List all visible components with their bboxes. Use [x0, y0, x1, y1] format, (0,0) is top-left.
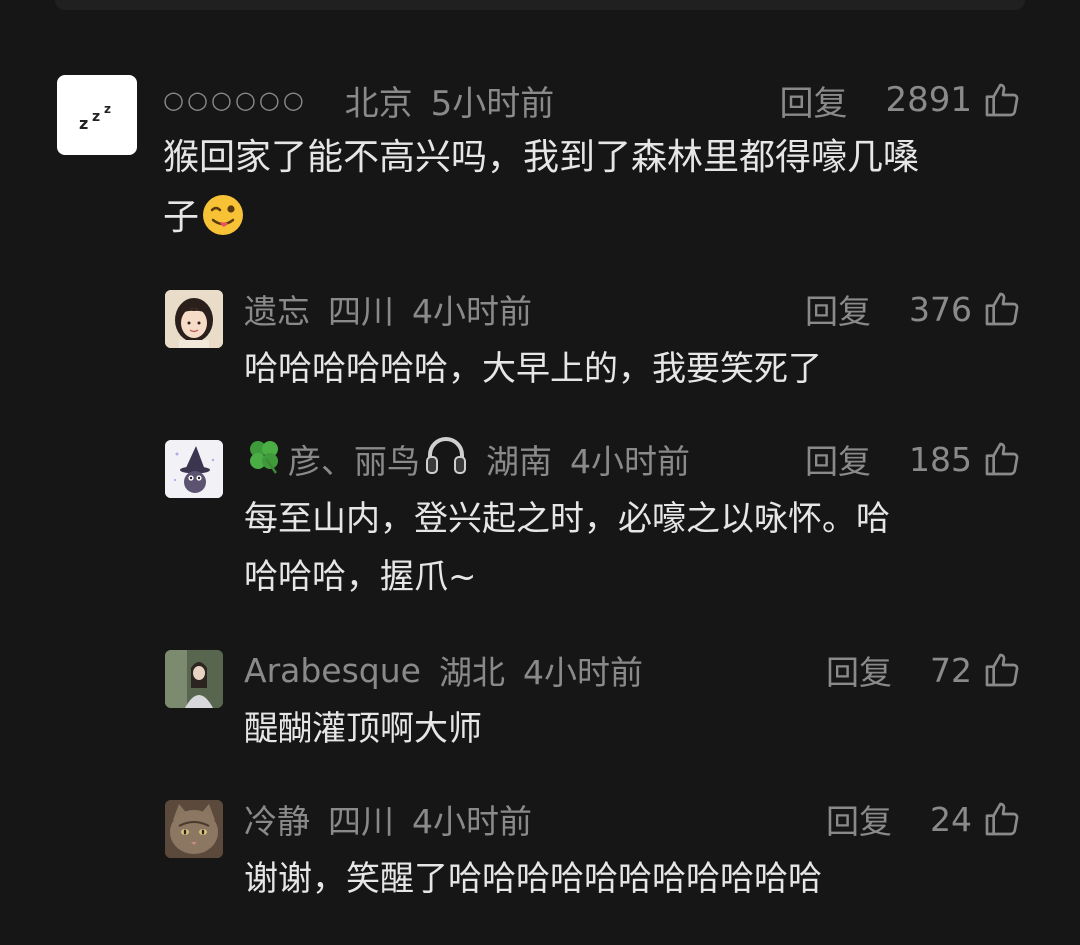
- like-count: 2891: [885, 80, 972, 120]
- comment-actions: 回复 2891: [779, 76, 1022, 125]
- avatar[interactable]: [165, 800, 223, 858]
- comment-text-line: 哈哈哈哈哈哈，大早上的，我要笑死了: [244, 349, 822, 389]
- like-count: 376: [909, 289, 972, 329]
- username[interactable]: 彦、丽鸟: [244, 433, 468, 485]
- timestamp: 4小时前: [412, 292, 532, 331]
- like-count: 24: [930, 799, 972, 839]
- comment-text: 谢谢，笑醒了哈哈哈哈哈哈哈哈哈哈哈: [244, 850, 822, 908]
- comment-text-line: 每至山内，登兴起之时，必嚎之以咏怀。哈: [244, 499, 890, 539]
- reply-button[interactable]: 回复: [826, 795, 892, 843]
- winking-tongue-emoji-icon: [201, 193, 245, 237]
- reply-button[interactable]: 回复: [826, 646, 892, 694]
- avatar[interactable]: [165, 440, 223, 498]
- comment-text: 每至山内，登兴起之时，必嚎之以咏怀。哈 哈哈哈，握爪~: [244, 490, 890, 606]
- comment-actions: 回复 72: [826, 648, 1022, 692]
- comment-actions: 回复 24: [826, 797, 1022, 841]
- svg-text:z: z: [79, 114, 88, 133]
- thumbs-up-icon[interactable]: [982, 439, 1022, 479]
- like-count: 72: [930, 650, 972, 690]
- comment-text: 醍醐灌顶啊大师: [244, 700, 482, 758]
- like-count: 185: [909, 439, 972, 479]
- reply-button[interactable]: 回复: [805, 285, 871, 333]
- comment-text-line: 谢谢，笑醒了哈哈哈哈哈哈哈哈哈哈哈: [244, 859, 822, 899]
- comment-text-line: 猴回家了能不高兴吗，我到了森林里都得嚎几嗓: [163, 137, 920, 178]
- timestamp: 4小时前: [522, 653, 643, 692]
- timestamp: 4小时前: [570, 442, 690, 481]
- reply-button[interactable]: 回复: [779, 76, 847, 125]
- thumbs-up-icon[interactable]: [982, 799, 1022, 839]
- comment-actions: 回复 185: [805, 437, 1022, 481]
- thumbs-up-icon[interactable]: [982, 289, 1022, 329]
- avatar[interactable]: z z z: [57, 75, 137, 155]
- location: 湖南: [486, 442, 552, 481]
- timestamp: 4小时前: [412, 802, 532, 841]
- comment-meta: ○○○○○○ 北京 5小时前: [163, 78, 555, 124]
- comment-text-tail: 子: [163, 197, 200, 238]
- timestamp: 5小时前: [430, 83, 555, 124]
- username[interactable]: 遗忘: [244, 285, 310, 333]
- comment-text-line: 醍醐灌顶啊大师: [244, 709, 482, 749]
- headphones-icon: [424, 433, 468, 485]
- location: 四川: [328, 292, 394, 331]
- comment-text: 哈哈哈哈哈哈，大早上的，我要笑死了: [244, 340, 822, 398]
- thumbs-up-icon[interactable]: [982, 80, 1022, 120]
- svg-text:z: z: [92, 109, 100, 125]
- location: 四川: [328, 802, 394, 841]
- svg-text:z: z: [104, 102, 111, 116]
- avatar[interactable]: [165, 290, 223, 348]
- location: 湖北: [438, 653, 505, 692]
- username[interactable]: ○○○○○○: [163, 86, 307, 114]
- comment-text-line-2: 哈哈哈，握爪~: [244, 557, 477, 597]
- username-text[interactable]: 彦、丽鸟: [288, 435, 420, 483]
- username[interactable]: Arabesque: [244, 651, 421, 690]
- username[interactable]: 冷静: [244, 795, 310, 843]
- thumbs-up-icon[interactable]: [982, 650, 1022, 690]
- comment-meta: 冷静 四川 4小时前: [244, 797, 532, 841]
- comment-meta: Arabesque 湖北 4小时前: [244, 648, 643, 693]
- avatar[interactable]: [165, 650, 223, 708]
- four-leaf-clover-icon: [244, 435, 284, 483]
- comment-text-line-2: 子: [163, 188, 919, 248]
- comment-meta: 遗忘 四川 4小时前: [244, 287, 532, 331]
- previous-card-edge: [55, 0, 1025, 10]
- reply-button[interactable]: 回复: [805, 435, 871, 483]
- comment-text: 猴回家了能不高兴吗，我到了森林里都得嚎几嗓 子: [163, 128, 919, 248]
- comment-meta: 彦、丽鸟 湖南 4小时前: [244, 437, 690, 481]
- location: 北京: [344, 83, 413, 124]
- comment-actions: 回复 376: [805, 287, 1022, 331]
